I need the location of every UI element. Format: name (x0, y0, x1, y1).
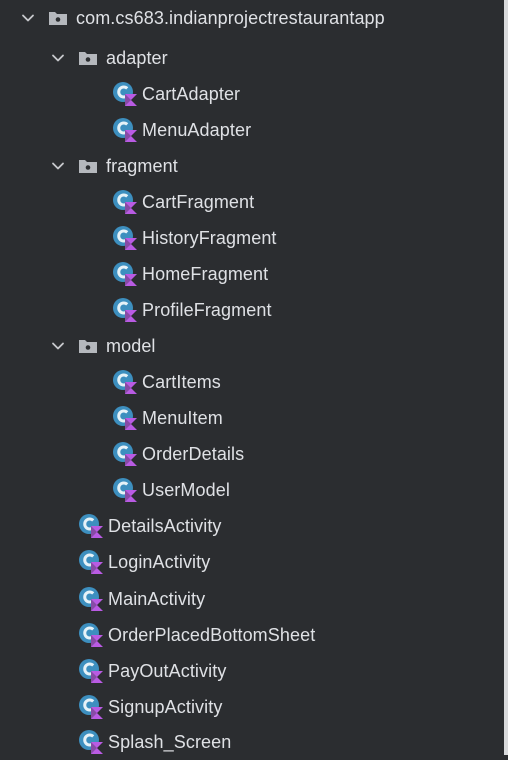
tree-node-class[interactable]: PayOutActivity (0, 653, 508, 689)
tree-node-class[interactable]: CartAdapter (0, 76, 508, 112)
kotlin-class-icon (78, 694, 104, 720)
kotlin-class-icon (112, 225, 138, 251)
class-label: SignupActivity (108, 697, 223, 717)
package-folder-icon (78, 157, 98, 175)
kotlin-class-icon (112, 297, 138, 323)
chevron-down-icon[interactable] (48, 336, 68, 356)
class-label: CartFragment (142, 192, 255, 212)
kotlin-class-icon (112, 261, 138, 287)
kotlin-class-icon (78, 586, 104, 612)
tree-node-root-package[interactable]: com.cs683.indianprojectrestaurantapp (0, 0, 508, 36)
kotlin-class-icon (78, 549, 104, 575)
class-label: MenuAdapter (142, 120, 252, 140)
package-folder-icon (78, 49, 98, 67)
folder-label: model (106, 336, 156, 356)
tree-node-class[interactable]: CartFragment (0, 184, 508, 220)
tree-node-folder-adapter[interactable]: adapter (0, 40, 508, 76)
tree-node-class[interactable]: LoginActivity (0, 544, 508, 580)
tree-node-class[interactable]: HomeFragment (0, 256, 508, 292)
kotlin-class-icon (78, 513, 104, 539)
tree-node-class[interactable]: MenuItem (0, 400, 508, 436)
kotlin-class-icon (112, 189, 138, 215)
class-label: LoginActivity (108, 552, 211, 572)
class-label: OrderDetails (142, 444, 245, 464)
window-edge (504, 0, 508, 755)
tree-node-class[interactable]: MainActivity (0, 581, 508, 617)
class-label: MainActivity (108, 589, 206, 609)
project-tree: com.cs683.indianprojectrestaurantapp ada… (0, 0, 504, 755)
tree-node-folder-fragment[interactable]: fragment (0, 148, 508, 184)
tree-node-folder-model[interactable]: model (0, 328, 508, 364)
kotlin-class-icon (112, 81, 138, 107)
class-label: CartAdapter (142, 84, 241, 104)
tree-node-class[interactable]: ProfileFragment (0, 292, 508, 328)
class-label: MenuItem (142, 408, 223, 428)
class-label: CartItems (142, 372, 221, 392)
kotlin-class-icon (112, 369, 138, 395)
kotlin-class-icon (112, 117, 138, 143)
class-label: DetailsActivity (108, 516, 222, 536)
kotlin-class-icon (78, 622, 104, 648)
folder-label: adapter (106, 48, 168, 68)
tree-node-class[interactable]: MenuAdapter (0, 112, 508, 148)
tree-node-class[interactable]: OrderDetails (0, 436, 508, 472)
kotlin-class-icon (112, 477, 138, 503)
kotlin-class-icon (112, 441, 138, 467)
class-label: PayOutActivity (108, 661, 227, 681)
kotlin-class-icon (78, 658, 104, 684)
folder-label: fragment (106, 156, 178, 176)
class-label: OrderPlacedBottomSheet (108, 625, 316, 645)
chevron-down-icon[interactable] (48, 156, 68, 176)
class-label: UserModel (142, 480, 230, 500)
tree-node-class[interactable]: DetailsActivity (0, 508, 508, 544)
kotlin-class-icon (78, 729, 104, 755)
chevron-down-icon[interactable] (48, 48, 68, 68)
tree-node-class[interactable]: CartItems (0, 364, 508, 400)
tree-node-class[interactable]: HistoryFragment (0, 220, 508, 256)
root-package-label: com.cs683.indianprojectrestaurantapp (76, 8, 385, 28)
chevron-down-icon[interactable] (18, 8, 38, 28)
package-folder-icon (48, 9, 68, 27)
class-label: HistoryFragment (142, 228, 277, 248)
tree-node-class[interactable]: OrderPlacedBottomSheet (0, 617, 508, 653)
package-folder-icon (78, 337, 98, 355)
tree-node-class[interactable]: UserModel (0, 472, 508, 508)
class-label: HomeFragment (142, 264, 269, 284)
kotlin-class-icon (112, 405, 138, 431)
tree-node-class[interactable]: SignupActivity (0, 689, 508, 725)
class-label: ProfileFragment (142, 300, 272, 320)
